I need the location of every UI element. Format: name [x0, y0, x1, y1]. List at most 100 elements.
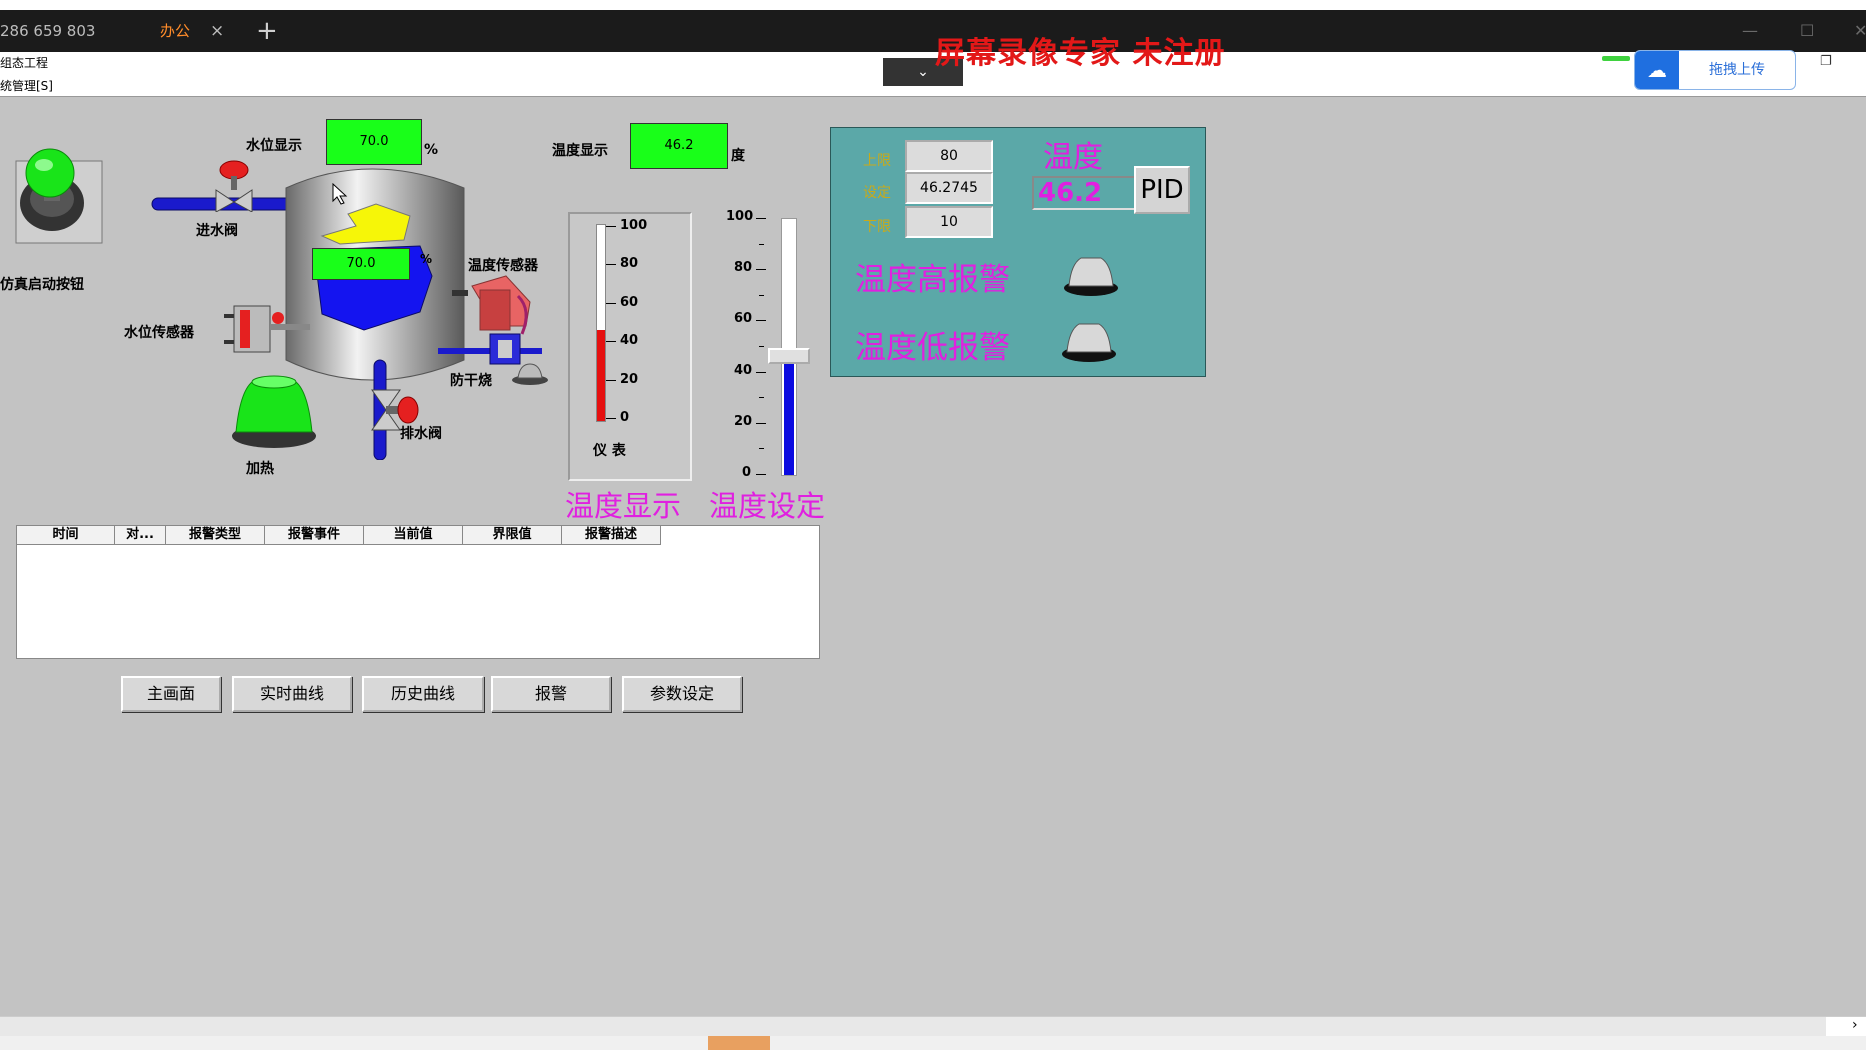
- thermometer-tick-label: 100: [620, 218, 648, 233]
- thermometer-tick-label: 40: [620, 333, 639, 349]
- tab-session-id[interactable]: 286 659 803: [0, 10, 165, 52]
- set-value-field[interactable]: 46.2745: [905, 172, 993, 204]
- close-window-icon[interactable]: ✕: [1854, 10, 1866, 52]
- heater[interactable]: [228, 374, 320, 450]
- thermometer-tick-label: 0: [620, 410, 630, 425]
- thermometer-tick-label: 20: [620, 371, 639, 387]
- sim-start-button[interactable]: [2, 145, 104, 245]
- temp-setting-tick-label: 20: [734, 413, 753, 429]
- temp-unit: 度: [731, 148, 745, 164]
- cloud-icon: ☁: [1635, 51, 1679, 89]
- temp-title: 温度: [1043, 140, 1103, 175]
- parameter-settings-button[interactable]: 参数设定: [622, 676, 742, 712]
- tank-level-display: 70.0: [312, 248, 410, 280]
- upload-label: 拖拽上传: [1709, 62, 1765, 78]
- upper-limit-field[interactable]: 80: [905, 140, 993, 172]
- lower-limit-label: 下限: [863, 219, 891, 235]
- taskbar-active-item[interactable]: [708, 1036, 770, 1050]
- new-tab-icon[interactable]: +: [256, 10, 278, 52]
- tab-office[interactable]: 办公: [160, 10, 240, 52]
- horizontal-scrollbar[interactable]: ›: [0, 1016, 1866, 1037]
- high-alarm-lamp: [1064, 257, 1118, 296]
- temp-setting-minor-tick: [759, 346, 764, 347]
- upper-limit-label: 上限: [863, 153, 891, 169]
- status-indicator: [1602, 56, 1630, 61]
- temp-setting-tick-mark: [756, 371, 766, 373]
- temp-setting-tick-mark: [756, 269, 766, 271]
- anti-dry-label: 防干烧: [450, 373, 492, 389]
- maximize-icon[interactable]: ☐: [1800, 10, 1814, 52]
- temp-setting-minor-tick: [759, 448, 764, 450]
- temp-setting-tick-mark: [756, 320, 766, 322]
- main-screen-button[interactable]: 主画面: [121, 676, 221, 712]
- high-alarm-label: 温度高报警: [855, 262, 1010, 298]
- upload-button[interactable]: ☁ 拖拽上传: [1634, 50, 1796, 90]
- lower-limit-field[interactable]: 10: [905, 206, 993, 238]
- browser-tab-bar: [0, 10, 1866, 52]
- temp-setting-tick-label: 100: [726, 209, 754, 224]
- drain-valve-label: 排水阀: [400, 426, 442, 442]
- thermometer-fill: [597, 330, 605, 421]
- col-time[interactable]: 时间: [17, 526, 115, 545]
- scroll-right-icon[interactable]: ›: [1852, 1017, 1858, 1033]
- pid-panel: 上限 80 设定 46.2745 下限 10 温度 温度高报警 温度低报警: [830, 127, 1206, 377]
- col-alarm-event[interactable]: 报警事件: [265, 526, 364, 545]
- col-alarm-type[interactable]: 报警类型: [166, 526, 265, 545]
- temp-display-caption: 温度显示: [565, 489, 682, 523]
- low-alarm-label: 温度低报警: [855, 330, 1010, 366]
- temp-display-value: 46.2: [630, 123, 728, 169]
- temp-setting-minor-tick: [759, 294, 764, 296]
- pid-button[interactable]: PID: [1134, 166, 1190, 214]
- anti-dry-sensor: [489, 333, 548, 385]
- alarm-table[interactable]: 时间 对... 报警类型 报警事件 当前值 界限值 报警描述: [16, 525, 820, 659]
- temp-sensor-label: 温度传感器: [468, 258, 538, 274]
- mouse-cursor-icon: [332, 183, 348, 205]
- menu-system-manage[interactable]: 统管理[S]: [0, 77, 53, 94]
- tab-close-icon[interactable]: ×: [210, 10, 224, 52]
- thermometer-tick-mark: [606, 302, 616, 304]
- thermometer-tick-mark: [606, 379, 616, 381]
- temp-setting-minor-tick: [759, 243, 764, 245]
- thermometer-tick-mark: [606, 418, 616, 419]
- sim-start-label: 仿真启动按钮: [0, 277, 84, 293]
- thermometer-tick-mark: [606, 264, 616, 266]
- inlet-valve-label: 进水阀: [196, 223, 238, 239]
- temp-sensor: [452, 275, 531, 335]
- temp-setting-tick-label: 40: [734, 362, 753, 378]
- col-current-value[interactable]: 当前值: [364, 526, 463, 545]
- level-sensor-label: 水位传感器: [124, 325, 194, 341]
- taskbar: [0, 1036, 1866, 1050]
- temp-setting-tick-mark: [756, 218, 766, 219]
- temp-setting-fill: [784, 356, 794, 475]
- thermometer-tick-label: 60: [620, 294, 639, 310]
- minimize-icon[interactable]: —: [1742, 10, 1758, 52]
- col-limit-value[interactable]: 界限值: [463, 526, 562, 545]
- alarm-button[interactable]: 报警: [491, 676, 611, 712]
- temp-setting-caption: 温度设定: [709, 489, 826, 523]
- low-alarm-lamp: [1062, 323, 1116, 362]
- heater-label: 加热: [246, 461, 274, 477]
- thermometer-tube: [596, 224, 606, 422]
- col-object[interactable]: 对...: [115, 526, 166, 545]
- tank-level-unit: %: [420, 252, 433, 266]
- temp-setting-tick-label: 60: [734, 311, 753, 327]
- scrollbar-right-area[interactable]: [1826, 1017, 1866, 1037]
- col-alarm-desc[interactable]: 报警描述: [562, 526, 661, 545]
- temp-setting-tick-label: 80: [734, 260, 753, 276]
- thermometer-tick-label: 80: [620, 256, 639, 272]
- temp-setting-thumb[interactable]: [768, 347, 810, 364]
- pid-temp-value: 46.2: [1032, 176, 1136, 210]
- temp-setting-tick-label: 0: [742, 465, 752, 480]
- set-value-label: 设定: [863, 185, 891, 201]
- thermometer-tick-mark: [606, 341, 616, 343]
- restore-icon[interactable]: ❐: [1820, 54, 1832, 69]
- thermometer-tick-mark: [606, 226, 616, 227]
- realtime-curve-button[interactable]: 实时曲线: [232, 676, 352, 712]
- menu-project[interactable]: 组态工程: [0, 54, 48, 71]
- inlet-valve[interactable]: [210, 160, 258, 212]
- temp-setting-tick-mark: [756, 474, 766, 475]
- watermark: 屏幕录像专家 未注册: [935, 36, 1226, 71]
- history-curve-button[interactable]: 历史曲线: [362, 676, 484, 712]
- level-sensor: [224, 305, 310, 353]
- thermometer-caption: 仪 表: [593, 443, 626, 459]
